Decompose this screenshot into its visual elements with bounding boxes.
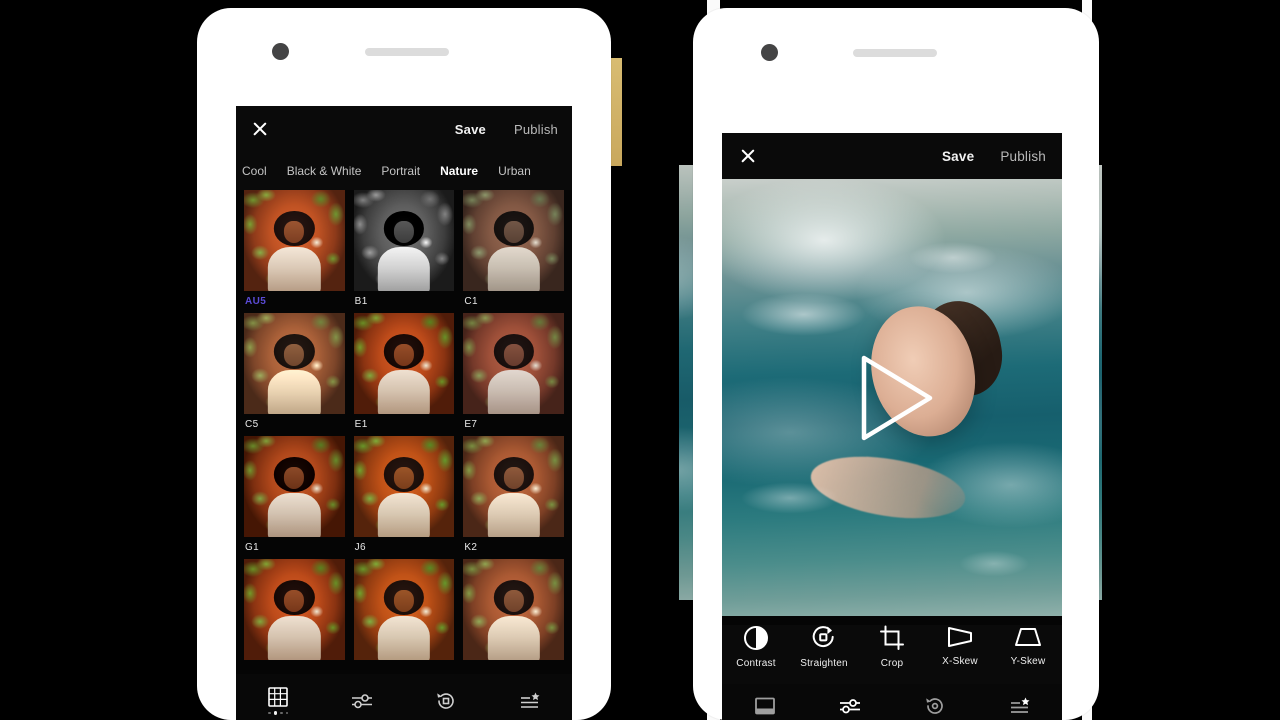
tool-label: Crop xyxy=(880,658,904,669)
filter-thumbnail[interactable] xyxy=(353,190,455,291)
filter-thumbnail[interactable] xyxy=(463,559,564,660)
edit-tools-row: Contrast Straighten Crop X-Skew Y-Skew xyxy=(722,625,1062,685)
tab-portrait[interactable]: Portrait xyxy=(381,164,420,178)
filter-cell-c5[interactable]: C5 xyxy=(244,313,345,430)
filter-label: E7 xyxy=(464,419,478,430)
filter-label: C1 xyxy=(464,296,478,307)
left-appbar: Save Publish xyxy=(236,106,572,152)
screenshot-stage: Save Publish Cool Black & White Portrait… xyxy=(0,0,1280,720)
media-preview[interactable] xyxy=(722,179,1062,616)
undo-history-icon xyxy=(437,693,454,709)
close-icon[interactable] xyxy=(738,146,758,166)
filter-thumbnail[interactable] xyxy=(463,313,564,414)
filter-cell-e1[interactable]: E1 xyxy=(353,313,455,430)
publish-button[interactable]: Publish xyxy=(514,122,558,137)
tool-label: X-Skew xyxy=(942,656,978,667)
tab-cool[interactable]: Cool xyxy=(242,164,267,178)
dot xyxy=(280,711,283,715)
save-button[interactable]: Save xyxy=(942,149,974,164)
sliders-icon xyxy=(352,694,372,709)
front-camera-dot xyxy=(272,43,289,60)
tool-label: Contrast xyxy=(736,658,776,669)
filter-thumbnail[interactable] xyxy=(244,559,345,660)
publish-button[interactable]: Publish xyxy=(1000,149,1046,164)
filter-thumbnail[interactable] xyxy=(244,436,345,537)
filter-cell-row4-1[interactable] xyxy=(244,559,345,660)
earpiece-speaker xyxy=(365,48,449,56)
nav-item-adjust[interactable] xyxy=(807,696,892,716)
filter-label: J6 xyxy=(354,542,367,553)
left-bottom-nav xyxy=(236,674,572,720)
filter-label: B1 xyxy=(354,296,368,307)
filter-label: AU5 xyxy=(245,296,267,307)
nav-item-adjust[interactable] xyxy=(320,691,404,711)
filter-thumbnail[interactable] xyxy=(353,559,455,660)
filter-grid: AU5 B1 C1 C5 E1 E7 G1 J6 K2 xyxy=(236,190,572,660)
tool-y-skew[interactable]: Y-Skew xyxy=(994,625,1062,685)
right-phone-device: Save Publish Contrast Straighten Crop X-… xyxy=(693,8,1099,720)
right-appbar: Save Publish xyxy=(722,133,1062,179)
save-button[interactable]: Save xyxy=(455,122,486,137)
left-phone-device: Save Publish Cool Black & White Portrait… xyxy=(197,8,611,720)
filter-cell-g1[interactable]: G1 xyxy=(244,436,345,553)
right-bottom-nav xyxy=(722,684,1062,720)
grid-icon xyxy=(268,687,288,708)
nav-item-history[interactable] xyxy=(404,690,488,712)
tool-contrast[interactable]: Contrast xyxy=(722,625,790,685)
straighten-icon xyxy=(812,626,834,648)
filter-label: G1 xyxy=(245,542,260,553)
tool-crop[interactable]: Crop xyxy=(858,625,926,685)
filter-cell-row4-3[interactable] xyxy=(463,559,564,660)
list-star-icon xyxy=(1010,697,1029,713)
filter-thumbnail[interactable] xyxy=(463,436,564,537)
filter-cell-k2[interactable]: K2 xyxy=(463,436,564,553)
tool-label: Straighten xyxy=(800,658,848,669)
filter-cell-au5[interactable]: AU5 xyxy=(244,190,345,307)
filter-cell-b1[interactable]: B1 xyxy=(353,190,455,307)
nav-item-frame[interactable] xyxy=(722,696,807,716)
frame-icon xyxy=(754,697,775,715)
filter-thumbnail[interactable] xyxy=(244,313,345,414)
front-camera-dot xyxy=(761,44,778,61)
filter-label: E1 xyxy=(354,419,368,430)
dot xyxy=(285,711,288,715)
filter-thumbnail[interactable] xyxy=(463,190,564,291)
left-phone-screen: Save Publish Cool Black & White Portrait… xyxy=(236,106,572,720)
tool-straighten[interactable]: Straighten xyxy=(790,625,858,685)
tab-black-and-white[interactable]: Black & White xyxy=(287,164,362,178)
filter-label: C5 xyxy=(245,419,259,430)
filter-cell-c1[interactable]: C1 xyxy=(463,190,564,307)
earpiece-speaker xyxy=(853,49,937,57)
play-triangle-icon[interactable] xyxy=(842,348,942,448)
dot xyxy=(268,711,271,715)
right-phone-screen: Save Publish Contrast Straighten Crop X-… xyxy=(722,133,1062,720)
filter-thumbnail[interactable] xyxy=(244,190,345,291)
filter-cell-row4-2[interactable] xyxy=(353,559,455,660)
list-star-icon xyxy=(521,692,540,708)
sliders-icon xyxy=(839,699,860,714)
tool-x-skew[interactable]: X-Skew xyxy=(926,625,994,685)
nav-item-presets[interactable] xyxy=(977,696,1062,716)
filter-cell-j6[interactable]: J6 xyxy=(353,436,455,553)
close-icon[interactable] xyxy=(250,119,270,139)
filter-category-tabs: Cool Black & White Portrait Nature Urban xyxy=(236,152,572,190)
x-skew-icon xyxy=(948,627,972,647)
y-skew-icon xyxy=(1015,628,1041,646)
filter-label: K2 xyxy=(464,542,478,553)
tool-label: Y-Skew xyxy=(1010,656,1046,667)
filter-cell-e7[interactable]: E7 xyxy=(463,313,564,430)
dot-active xyxy=(273,711,277,715)
nav-item-presets[interactable] xyxy=(488,691,572,711)
tab-urban[interactable]: Urban xyxy=(498,164,531,178)
filter-thumbnail[interactable] xyxy=(353,436,455,537)
filter-thumbnail[interactable] xyxy=(353,313,455,414)
nav-item-history[interactable] xyxy=(892,695,977,717)
tab-nature[interactable]: Nature xyxy=(440,164,478,178)
crop-icon xyxy=(880,625,904,650)
nav-item-filters[interactable] xyxy=(236,687,320,715)
pagination-dots xyxy=(268,711,288,715)
contrast-icon xyxy=(744,626,768,650)
undo-history-icon xyxy=(925,698,943,714)
